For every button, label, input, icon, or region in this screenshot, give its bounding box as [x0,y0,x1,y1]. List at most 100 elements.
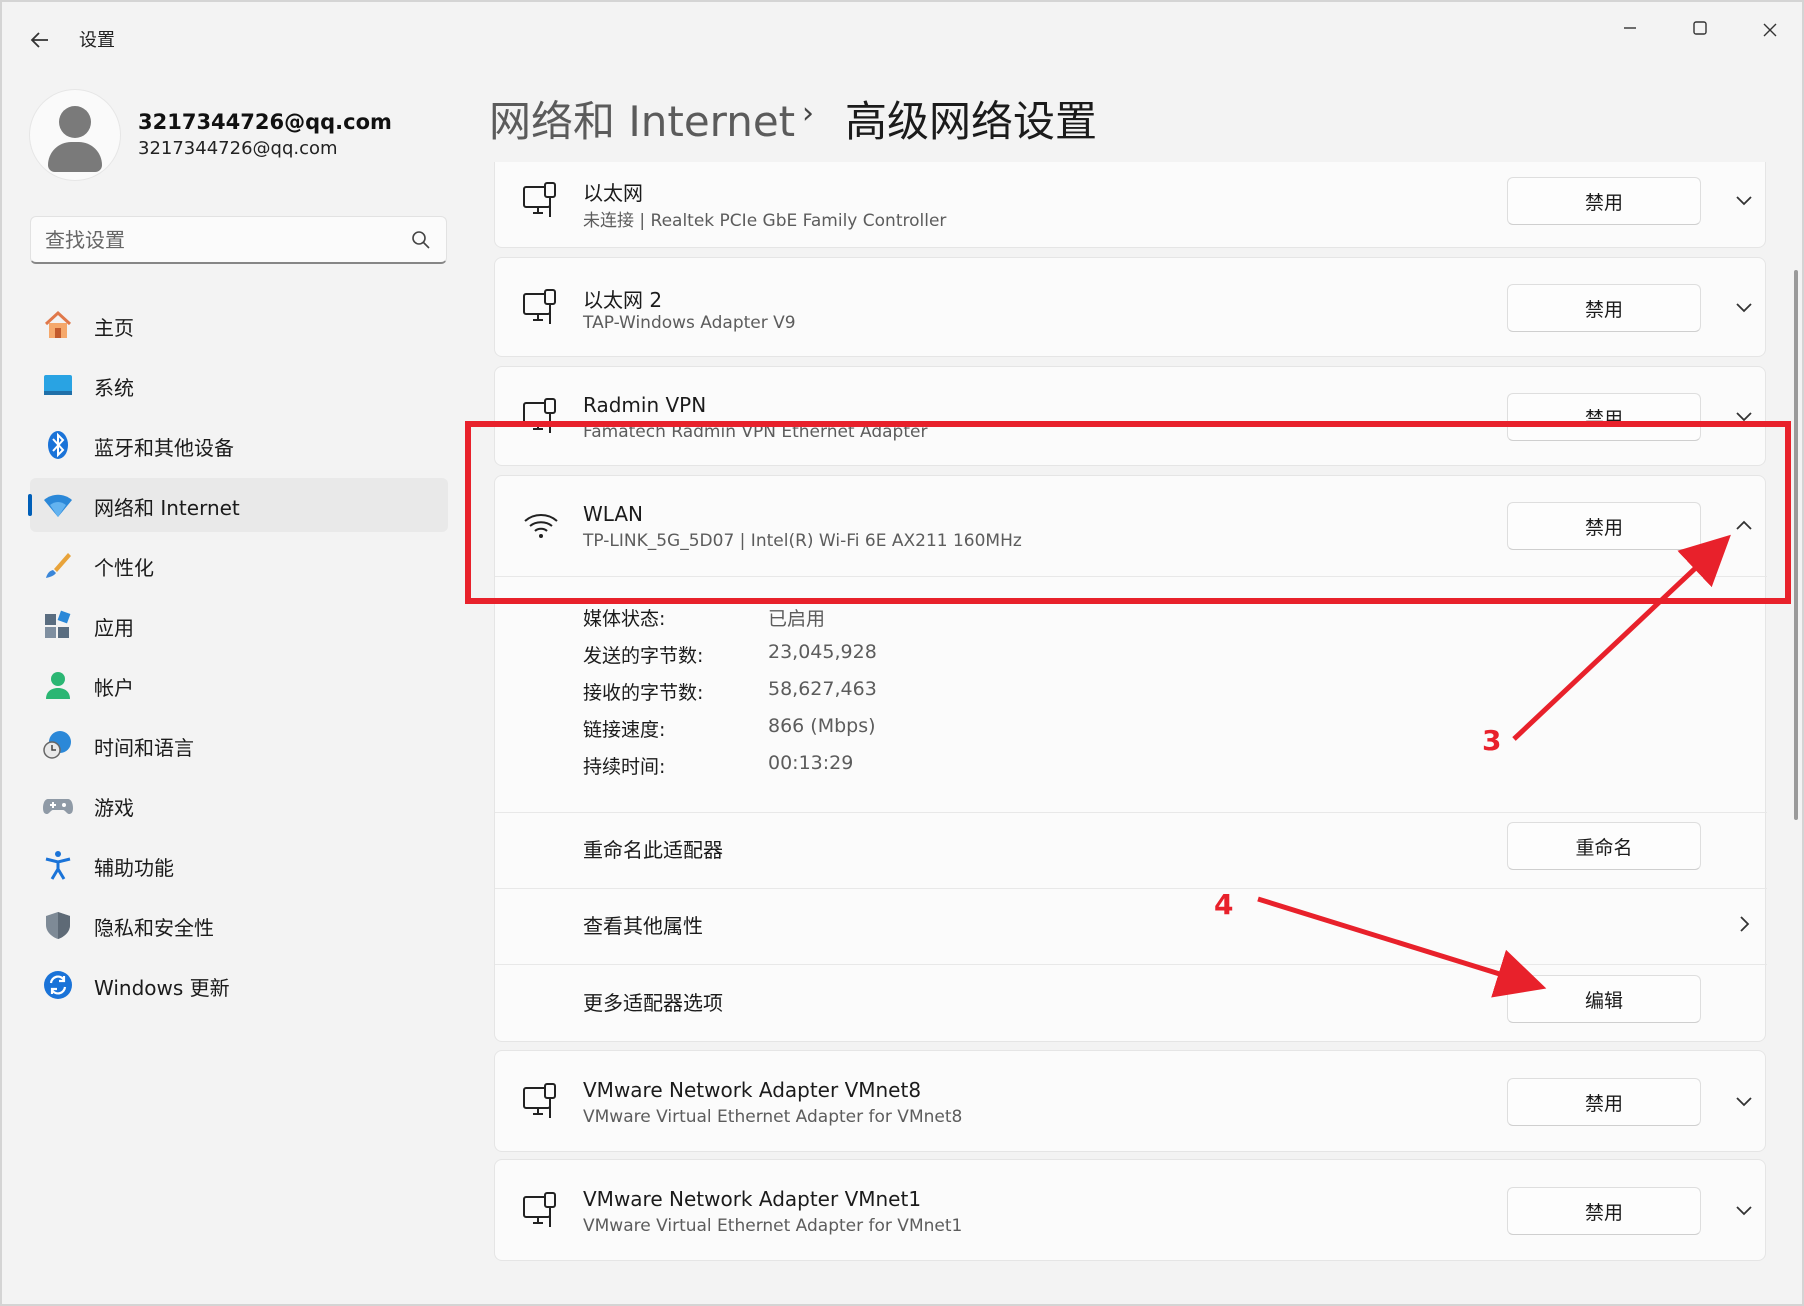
adapter-title: 以太网 2 [583,288,663,312]
divider [495,964,1767,965]
detail-value: 00:13:29 [768,752,854,774]
sidebar-item-windows-update[interactable]: Windows 更新 [30,958,448,1012]
sidebar-item-network[interactable]: 网络和 Internet [28,478,448,532]
sidebar-item-bluetooth[interactable]: 蓝牙和其他设备 [30,418,448,472]
bluetooth-icon [48,431,68,459]
settings-window: 设置 3217344726@qq.com 3217344726@qq.com 主… [0,0,1804,1306]
detail-value: 58,627,463 [768,678,877,700]
chevron-down-icon[interactable] [1731,188,1757,214]
sidebar-item-accounts[interactable]: 帐户 [30,658,448,712]
sidebar-item-label: 隐私和安全性 [94,916,214,940]
adapter-subtitle: 未连接 | Realtek PCIe GbE Family Controller [583,211,947,231]
shield-icon [46,912,70,939]
detail-label: 接收的字节数: [583,682,704,704]
minimize-button[interactable] [1595,10,1665,50]
disable-button[interactable]: 禁用 [1507,284,1701,332]
sidebar-item-apps[interactable]: 应用 [30,598,448,652]
close-button[interactable] [1735,10,1804,50]
sidebar-item-label: 网络和 Internet [94,496,240,520]
avatar-head [59,106,91,138]
brush-icon [46,553,71,578]
rename-button[interactable]: 重命名 [1507,822,1701,870]
ethernet-icon [523,1192,556,1227]
adapter-title: VMware Network Adapter VMnet1 [583,1187,922,1211]
sidebar-item-privacy[interactable]: 隐私和安全性 [30,898,448,952]
detail-value: 23,045,928 [768,641,877,663]
adapter-card-vmnet8[interactable]: VMware Network Adapter VMnet8 VMware Vir… [494,1050,1766,1152]
adapter-list: 以太网 未连接 | Realtek PCIe GbE Family Contro… [494,162,1768,1306]
accessibility-icon [45,851,71,880]
sidebar-item-label: Windows 更新 [94,976,230,1000]
sidebar-item-label: 应用 [94,616,134,640]
avatar-body [48,142,102,172]
divider [495,888,1767,889]
detail-label: 发送的字节数: [583,645,704,667]
sidebar-item-gaming[interactable]: 游戏 [30,778,448,832]
adapter-title: VMware Network Adapter VMnet8 [583,1078,922,1102]
detail-label: 链接速度: [583,719,666,741]
sidebar-item-accessibility[interactable]: 辅助功能 [30,838,448,892]
maximize-button[interactable] [1665,10,1735,50]
sidebar-item-label: 系统 [94,376,134,400]
edit-button[interactable]: 编辑 [1507,975,1701,1023]
adapter-subtitle: VMware Virtual Ethernet Adapter for VMne… [583,1107,963,1127]
detail-value: 866 (Mbps) [768,715,876,737]
search-icon[interactable] [410,229,432,251]
chevron-down-icon[interactable] [1731,1198,1757,1224]
adapter-title: 以太网 [583,181,643,205]
sidebar-item-time-language[interactable]: 时间和语言 [30,718,448,772]
more-adapter-options-label: 更多适配器选项 [583,991,723,1015]
detail-value: 已启用 [768,608,826,630]
chevron-down-icon[interactable] [1731,1089,1757,1115]
adapter-title: Radmin VPN [583,393,707,417]
breadcrumb-separator: › [802,96,814,131]
home-icon [44,310,72,338]
sidebar-item-label: 主页 [94,316,134,340]
sidebar-item-system[interactable]: 系统 [30,358,448,412]
ethernet-icon [523,182,556,217]
scrollbar[interactable] [1794,270,1798,820]
apps-icon [45,610,71,638]
view-properties-row[interactable]: 查看其他属性 [583,910,703,939]
sidebar-item-label: 时间和语言 [94,736,194,760]
annotation-highlight-box [465,421,1791,604]
app-title: 设置 [79,30,115,51]
chevron-down-icon[interactable] [1731,295,1757,321]
user-name: 3217344726@qq.com [138,110,392,134]
sidebar-nav: 主页 系统 蓝牙和其他设备 网络和 Internet 个性化 应用 帐户 时间和… [28,298,448,1018]
ethernet-icon [523,289,556,324]
breadcrumb-parent[interactable]: 网络和 Internet [489,88,795,149]
account-icon [46,672,70,699]
system-icon [44,375,72,395]
search-input[interactable] [45,225,395,255]
sidebar-item-label: 游戏 [94,796,134,820]
chevron-right-icon[interactable] [1731,911,1757,937]
adapter-subtitle: VMware Virtual Ethernet Adapter for VMne… [583,1216,963,1236]
user-email: 3217344726@qq.com [138,138,338,159]
sidebar-item-home[interactable]: 主页 [30,298,448,352]
rename-adapter-label: 重命名此适配器 [583,838,723,862]
sidebar-item-label: 帐户 [94,676,134,700]
divider [495,812,1767,813]
adapter-subtitle: TAP-Windows Adapter V9 [583,313,796,333]
avatar[interactable] [30,90,120,180]
annotation-number-3: 3 [1482,724,1502,757]
detail-label: 持续时间: [583,756,666,778]
page-title: 高级网络设置 [845,97,1098,146]
adapter-card-ethernet-2[interactable]: 以太网 2 TAP-Windows Adapter V9 禁用 [494,257,1766,357]
search-box[interactable] [30,216,447,264]
adapter-card-ethernet[interactable]: 以太网 未连接 | Realtek PCIe GbE Family Contro… [494,162,1766,248]
detail-label: 媒体状态: [583,608,666,630]
title-bar: 设置 [2,2,1802,76]
back-arrow-icon[interactable] [22,22,58,58]
sidebar-item-label: 个性化 [94,556,154,580]
globe-clock-icon [43,731,71,759]
disable-button[interactable]: 禁用 [1507,1187,1701,1235]
adapter-card-vmnet1[interactable]: VMware Network Adapter VMnet1 VMware Vir… [494,1159,1766,1261]
wifi-icon [44,494,72,517]
disable-button[interactable]: 禁用 [1507,177,1701,225]
ethernet-icon [523,1083,556,1118]
disable-button[interactable]: 禁用 [1507,1078,1701,1126]
sidebar-item-personalization[interactable]: 个性化 [30,538,448,592]
sidebar-item-label: 辅助功能 [94,856,174,880]
